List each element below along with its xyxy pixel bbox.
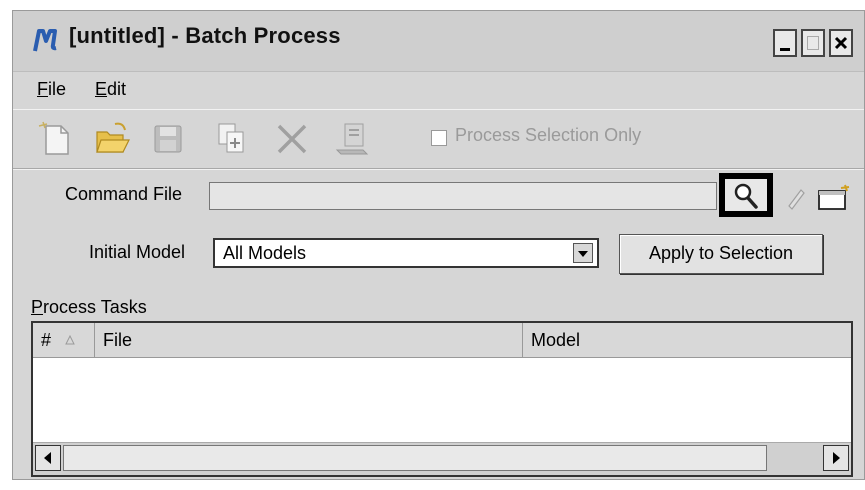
- command-form: Command File Initial Model All Models Ap…: [13, 169, 864, 292]
- save-icon[interactable]: [149, 120, 187, 158]
- dropdown-button[interactable]: [573, 243, 593, 263]
- minimize-icon: [780, 48, 790, 51]
- process-tasks-label: Process Tasks: [31, 297, 147, 318]
- column-header-model[interactable]: Model: [523, 323, 853, 357]
- maximize-button[interactable]: [801, 29, 825, 57]
- menu-file-mnemonic: F: [37, 79, 48, 99]
- command-file-label: Command File: [65, 184, 183, 204]
- column-header-file[interactable]: File: [95, 323, 523, 357]
- process-tasks-list[interactable]: # File Model: [31, 321, 853, 477]
- process-tasks-mnemonic: P: [31, 297, 44, 317]
- window-title: [untitled] - Batch Process: [69, 23, 341, 48]
- delete-icon[interactable]: [273, 120, 311, 158]
- magnifier-icon: [734, 183, 758, 209]
- process-tasks-label-rest: rocess Tasks: [43, 297, 147, 317]
- command-file-input[interactable]: [209, 182, 717, 210]
- sort-ascending-icon: [65, 335, 75, 345]
- menu-edit[interactable]: Edit: [95, 79, 126, 100]
- close-icon: [834, 36, 848, 50]
- process-icon[interactable]: [333, 120, 371, 158]
- scroll-left-button[interactable]: [35, 445, 61, 471]
- title-bar[interactable]: [untitled] - Batch Process: [13, 11, 864, 72]
- open-folder-icon[interactable]: [93, 120, 131, 158]
- arrow-left-icon: [44, 452, 51, 464]
- initial-model-select[interactable]: All Models: [213, 238, 599, 268]
- close-button[interactable]: [829, 29, 853, 57]
- initial-model-value: All Models: [223, 243, 307, 263]
- horizontal-scrollbar[interactable]: [33, 442, 851, 475]
- process-selection-only-label: Process Selection Only: [455, 125, 642, 145]
- column-file-label: File: [103, 330, 133, 350]
- column-number-label: #: [41, 330, 52, 350]
- copy-icon[interactable]: [213, 120, 251, 158]
- menu-edit-label: dit: [107, 79, 127, 99]
- new-file-icon[interactable]: [37, 120, 75, 158]
- column-header-number[interactable]: #: [33, 323, 95, 357]
- apply-to-selection-button[interactable]: Apply to Selection: [619, 234, 823, 274]
- browse-button[interactable]: [719, 173, 773, 217]
- new-command-file-icon[interactable]: [815, 183, 851, 211]
- initial-model-label: Initial Model: [89, 242, 186, 262]
- checkbox-box[interactable]: [431, 130, 447, 146]
- microstation-logo-icon: [33, 29, 57, 52]
- maximize-icon: [807, 36, 819, 50]
- scroll-right-button[interactable]: [823, 445, 849, 471]
- chevron-down-icon: [578, 251, 588, 257]
- menu-bar: File Edit: [13, 73, 864, 107]
- toolbar: Process Selection Only: [13, 109, 864, 169]
- column-model-label: Model: [531, 330, 581, 350]
- menu-file[interactable]: File: [37, 79, 66, 100]
- batch-process-window: [untitled] - Batch Process File Edit Pro…: [12, 10, 865, 480]
- list-header: # File Model: [33, 323, 851, 358]
- menu-edit-mnemonic: E: [95, 79, 108, 99]
- minimize-button[interactable]: [773, 29, 797, 57]
- menu-file-label: ile: [48, 79, 67, 99]
- pencil-icon[interactable]: [785, 184, 807, 210]
- arrow-right-icon: [833, 452, 840, 464]
- scroll-thumb[interactable]: [63, 445, 767, 471]
